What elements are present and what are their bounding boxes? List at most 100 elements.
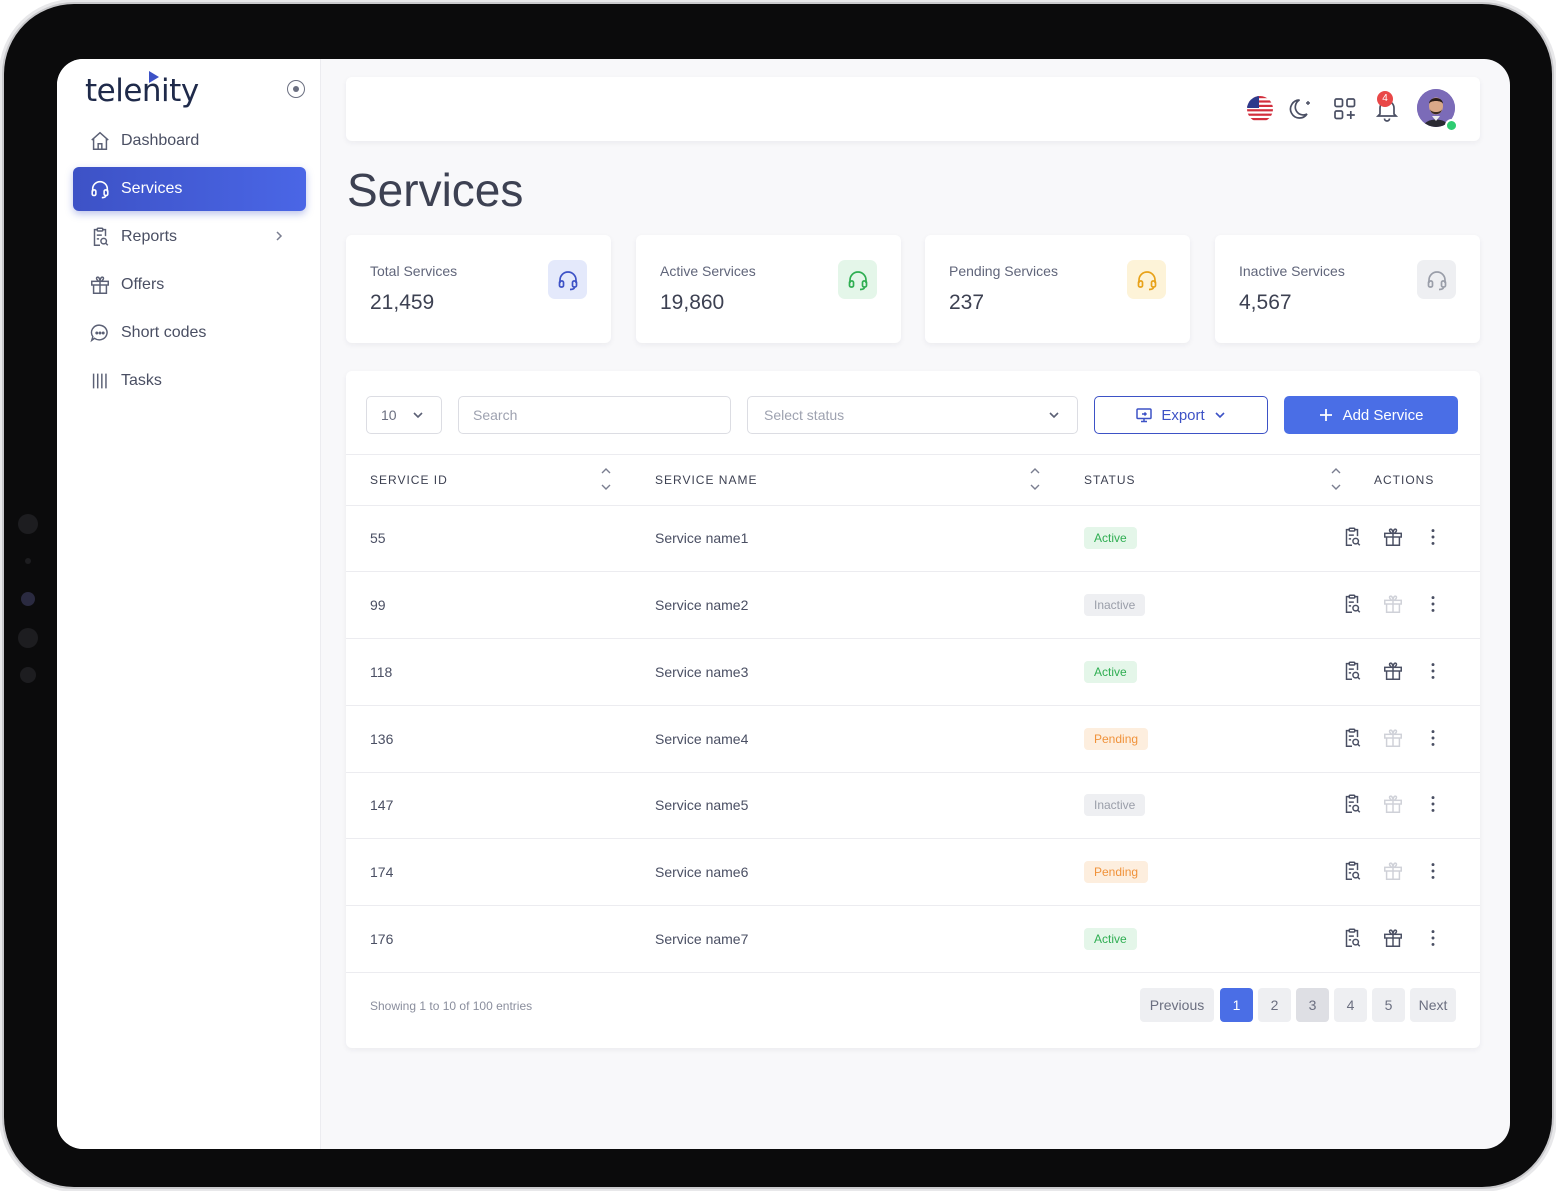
service-name: Service name3 — [655, 664, 749, 680]
more-vertical-icon[interactable] — [1422, 860, 1444, 882]
table-row: 118 Service name3 Active — [346, 639, 1480, 706]
sidebar-item-label: Short codes — [121, 324, 207, 341]
app-screen: telenity Dashboard Services Reports Offe… — [57, 59, 1510, 1149]
camera-icon — [21, 592, 35, 606]
view-report-icon[interactable] — [1341, 927, 1363, 949]
gift-icon[interactable] — [1382, 660, 1404, 682]
online-status-dot — [1445, 119, 1458, 132]
entries-info: Showing 1 to 10 of 100 entries — [370, 999, 533, 1013]
sidebar-item-services[interactable]: Services — [73, 167, 306, 211]
more-vertical-icon[interactable] — [1422, 927, 1444, 949]
us-flag-icon[interactable] — [1246, 95, 1274, 123]
view-report-icon[interactable] — [1341, 793, 1363, 815]
services-table-panel: 10 Select status Export Add Service SERV… — [346, 371, 1480, 1048]
stat-label: Active Services — [660, 263, 756, 279]
more-vertical-icon[interactable] — [1422, 526, 1444, 548]
more-vertical-icon[interactable] — [1422, 793, 1444, 815]
pagination-page-2[interactable]: 2 — [1258, 988, 1291, 1022]
service-id: 136 — [370, 731, 394, 747]
status-select[interactable]: Select status — [747, 396, 1078, 434]
logo-mark-icon — [149, 71, 159, 83]
headset-icon — [1127, 260, 1166, 299]
column-header-service-id[interactable]: SERVICE ID — [370, 473, 448, 487]
add-service-button[interactable]: Add Service — [1284, 396, 1458, 434]
status-badge: Active — [1084, 661, 1137, 683]
sidebar-item-label: Dashboard — [121, 132, 200, 149]
view-report-icon[interactable] — [1341, 727, 1363, 749]
sidebar-item-dashboard[interactable]: Dashboard — [73, 119, 306, 163]
tablet-frame: telenity Dashboard Services Reports Offe… — [4, 4, 1552, 1187]
apps-grid-icon[interactable] — [1331, 95, 1359, 123]
clipboard-search-icon — [93, 227, 109, 246]
pagination-page-4[interactable]: 4 — [1334, 988, 1367, 1022]
pagination-next[interactable]: Next — [1410, 988, 1456, 1022]
pagination-page-1[interactable]: 1 — [1220, 988, 1253, 1022]
service-name: Service name1 — [655, 530, 749, 546]
view-report-icon[interactable] — [1341, 593, 1363, 615]
status-select-placeholder: Select status — [764, 407, 845, 423]
sensor-icon — [25, 558, 31, 564]
sort-icon[interactable] — [1029, 466, 1041, 492]
column-header-service-name[interactable]: SERVICE NAME — [655, 473, 757, 487]
stat-label: Pending Services — [949, 263, 1058, 279]
page-size-select[interactable]: 10 — [366, 396, 442, 434]
chevron-down-icon — [1049, 412, 1059, 419]
more-vertical-icon[interactable] — [1422, 660, 1444, 682]
more-vertical-icon[interactable] — [1422, 593, 1444, 615]
sidebar-item-reports[interactable]: Reports — [73, 215, 306, 259]
stat-value: 237 — [949, 291, 985, 314]
export-label: Export — [1161, 406, 1205, 424]
service-id: 118 — [370, 664, 393, 680]
gift-icon — [1384, 862, 1402, 880]
view-report-icon[interactable] — [1341, 660, 1363, 682]
service-name: Service name5 — [655, 797, 749, 813]
top-bar: 4 — [346, 77, 1480, 141]
sort-icon[interactable] — [1330, 466, 1342, 492]
more-vertical-icon[interactable] — [1422, 727, 1444, 749]
brand-logo[interactable]: telenity — [85, 73, 199, 109]
stat-card-pending: Pending Services 237 — [925, 235, 1190, 343]
pagination-page-3[interactable]: 3 — [1296, 988, 1329, 1022]
status-badge: Inactive — [1084, 594, 1146, 616]
sidebar-item-label: Services — [121, 180, 183, 197]
moon-icon[interactable] — [1288, 95, 1316, 123]
status-badge: Pending — [1084, 861, 1149, 883]
sidebar-collapse-icon[interactable] — [287, 80, 305, 98]
stat-label: Inactive Services — [1239, 263, 1345, 279]
sidebar-item-label: Reports — [121, 228, 178, 245]
sort-icon[interactable] — [600, 466, 612, 492]
column-header-status[interactable]: STATUS — [1084, 473, 1136, 487]
table-row: 147 Service name5 Inactive — [346, 772, 1480, 839]
gift-icon[interactable] — [1382, 927, 1404, 949]
table-row: 99 Service name2 Inactive — [346, 572, 1480, 639]
side-button-icon — [18, 514, 38, 534]
status-badge: Active — [1084, 928, 1137, 950]
table-row: 174 Service name6 Pending — [346, 839, 1480, 906]
pagination-page-5[interactable]: 5 — [1372, 988, 1405, 1022]
monitor-export-icon — [1136, 408, 1153, 423]
view-report-icon[interactable] — [1341, 526, 1363, 548]
sidebar-item-tasks[interactable]: Tasks — [73, 359, 306, 403]
chevron-down-icon — [413, 412, 423, 419]
stat-card-inactive: Inactive Services 4,567 — [1215, 235, 1480, 343]
export-button[interactable]: Export — [1094, 396, 1268, 434]
gift-icon[interactable] — [1382, 526, 1404, 548]
table-row: 55 Service name1 Active — [346, 505, 1480, 572]
sidebar-item-offers[interactable]: Offers — [73, 263, 306, 307]
notification-badge: 4 — [1377, 91, 1393, 107]
pagination-previous[interactable]: Previous — [1140, 988, 1214, 1022]
home-icon — [91, 131, 109, 150]
view-report-icon[interactable] — [1341, 860, 1363, 882]
sidebar-nav: Dashboard Services Reports Offers Short … — [73, 119, 306, 407]
gift-icon — [91, 276, 109, 294]
sidebar: telenity Dashboard Services Reports Offe… — [57, 59, 321, 1149]
service-id: 99 — [370, 597, 386, 613]
chevron-down-icon — [1215, 412, 1225, 419]
sidebar-item-short-codes[interactable]: Short codes — [73, 311, 306, 355]
side-button-icon — [18, 628, 38, 648]
plus-icon — [1319, 409, 1332, 421]
status-badge: Pending — [1084, 728, 1149, 750]
search-input[interactable] — [458, 396, 731, 434]
service-id: 147 — [370, 797, 394, 813]
chat-bubble-icon — [90, 324, 108, 343]
